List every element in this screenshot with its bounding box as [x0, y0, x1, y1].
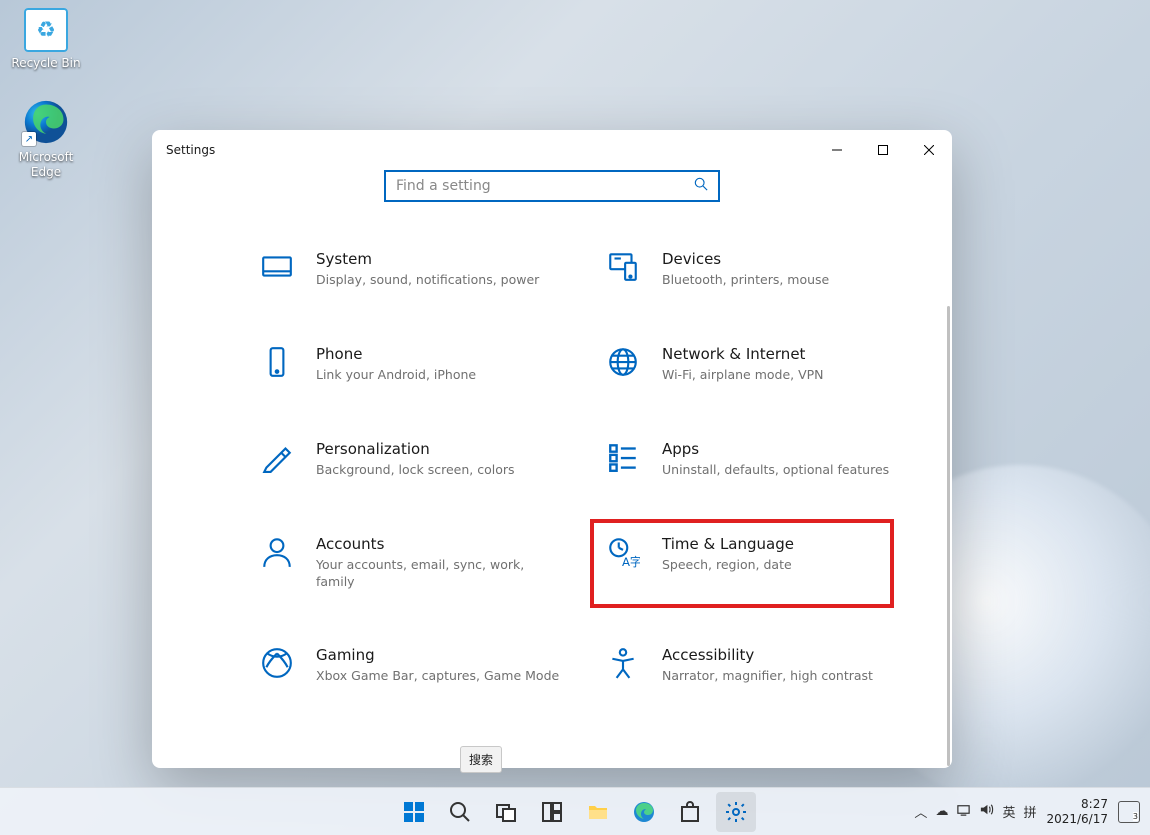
- edge-taskbar-button[interactable]: [624, 792, 664, 832]
- category-desc: Wi-Fi, airplane mode, VPN: [662, 367, 824, 384]
- tray-chevron-icon[interactable]: ︿: [914, 802, 927, 821]
- category-title: Accessibility: [662, 646, 873, 664]
- clock-time: 8:27: [1046, 797, 1108, 811]
- pen-icon: [260, 440, 294, 474]
- shortcut-arrow-icon: ↗: [22, 132, 36, 146]
- category-desc: Link your Android, iPhone: [316, 367, 476, 384]
- clock-date: 2021/6/17: [1046, 812, 1108, 826]
- window-title: Settings: [166, 143, 215, 157]
- category-desc: Your accounts, email, sync, work, family: [316, 557, 560, 591]
- minimize-button[interactable]: [814, 130, 860, 170]
- accounts-icon: [260, 535, 294, 569]
- globe-icon: [606, 345, 640, 379]
- category-title: Apps: [662, 440, 889, 458]
- category-title: Devices: [662, 250, 829, 268]
- category-title: Personalization: [316, 440, 515, 458]
- desktop-icon-edge[interactable]: ↗ Microsoft Edge: [8, 98, 84, 180]
- search-box[interactable]: [384, 170, 720, 202]
- category-personalization[interactable]: Personalization Background, lock screen,…: [260, 440, 560, 479]
- category-accounts[interactable]: Accounts Your accounts, email, sync, wor…: [260, 535, 560, 591]
- category-title: Accounts: [316, 535, 560, 553]
- category-apps[interactable]: Apps Uninstall, defaults, optional featu…: [606, 440, 906, 479]
- category-gaming[interactable]: Gaming Xbox Game Bar, captures, Game Mod…: [260, 646, 560, 685]
- tray-volume-icon[interactable]: [979, 802, 994, 821]
- widgets-button[interactable]: [532, 792, 572, 832]
- notification-count: 3: [1133, 812, 1138, 821]
- settings-taskbar-button[interactable]: [716, 792, 756, 832]
- category-desc: Background, lock screen, colors: [316, 462, 515, 479]
- category-title: System: [316, 250, 539, 268]
- store-button[interactable]: [670, 792, 710, 832]
- category-title: Phone: [316, 345, 476, 363]
- accessibility-icon: [606, 646, 640, 680]
- gaming-icon: [260, 646, 294, 680]
- tray-onedrive-icon[interactable]: ☁: [935, 804, 948, 819]
- desktop-icon-label: Recycle Bin: [8, 56, 84, 71]
- devices-icon: [606, 250, 640, 284]
- settings-window: Settings System Display, sound, notifica…: [152, 130, 952, 768]
- desktop-icon-label: Microsoft Edge: [8, 150, 84, 180]
- start-button[interactable]: [394, 792, 434, 832]
- category-desc: Speech, region, date: [662, 557, 794, 574]
- category-desc: Uninstall, defaults, optional features: [662, 462, 889, 479]
- category-desc: Bluetooth, printers, mouse: [662, 272, 829, 289]
- category-network[interactable]: Network & Internet Wi-Fi, airplane mode,…: [606, 345, 906, 384]
- scrollbar-thumb[interactable]: [947, 306, 950, 766]
- close-button[interactable]: [906, 130, 952, 170]
- titlebar: Settings: [152, 130, 952, 170]
- category-desc: Display, sound, notifications, power: [316, 272, 539, 289]
- search-input[interactable]: [396, 178, 686, 194]
- category-devices[interactable]: Devices Bluetooth, printers, mouse: [606, 250, 906, 289]
- desktop-icon-recycle-bin[interactable]: ♻ Recycle Bin: [8, 8, 84, 71]
- search-tooltip: 搜索: [460, 746, 502, 773]
- category-title: Gaming: [316, 646, 559, 664]
- task-view-button[interactable]: [486, 792, 526, 832]
- category-accessibility[interactable]: Accessibility Narrator, magnifier, high …: [606, 646, 906, 685]
- phone-icon: [260, 345, 294, 379]
- category-desc: Xbox Game Bar, captures, Game Mode: [316, 668, 559, 685]
- category-title: Time & Language: [662, 535, 794, 553]
- category-time-language[interactable]: A字 Time & Language Speech, region, date: [592, 521, 892, 607]
- taskbar: ︿ ☁ 英 拼 8:27 2021/6/17 3: [0, 787, 1150, 835]
- system-icon: [260, 250, 294, 284]
- system-tray: ︿ ☁ 英 拼 8:27 2021/6/17 3: [914, 797, 1140, 826]
- taskbar-search-button[interactable]: [440, 792, 480, 832]
- category-system[interactable]: System Display, sound, notifications, po…: [260, 250, 560, 289]
- taskbar-clock[interactable]: 8:27 2021/6/17: [1046, 797, 1108, 826]
- tray-ime-lang[interactable]: 英: [1002, 802, 1015, 821]
- recycle-bin-icon: ♻: [24, 8, 68, 52]
- maximize-button[interactable]: [860, 130, 906, 170]
- category-phone[interactable]: Phone Link your Android, iPhone: [260, 345, 560, 384]
- apps-icon: [606, 440, 640, 474]
- category-title: Network & Internet: [662, 345, 824, 363]
- time-language-icon: A字: [606, 535, 640, 569]
- svg-text:A字: A字: [622, 554, 640, 568]
- notification-center-button[interactable]: 3: [1118, 801, 1140, 823]
- tray-network-icon[interactable]: [956, 802, 971, 821]
- file-explorer-button[interactable]: [578, 792, 618, 832]
- tray-ime-mode[interactable]: 拼: [1023, 802, 1036, 821]
- search-icon: [694, 177, 708, 195]
- category-desc: Narrator, magnifier, high contrast: [662, 668, 873, 685]
